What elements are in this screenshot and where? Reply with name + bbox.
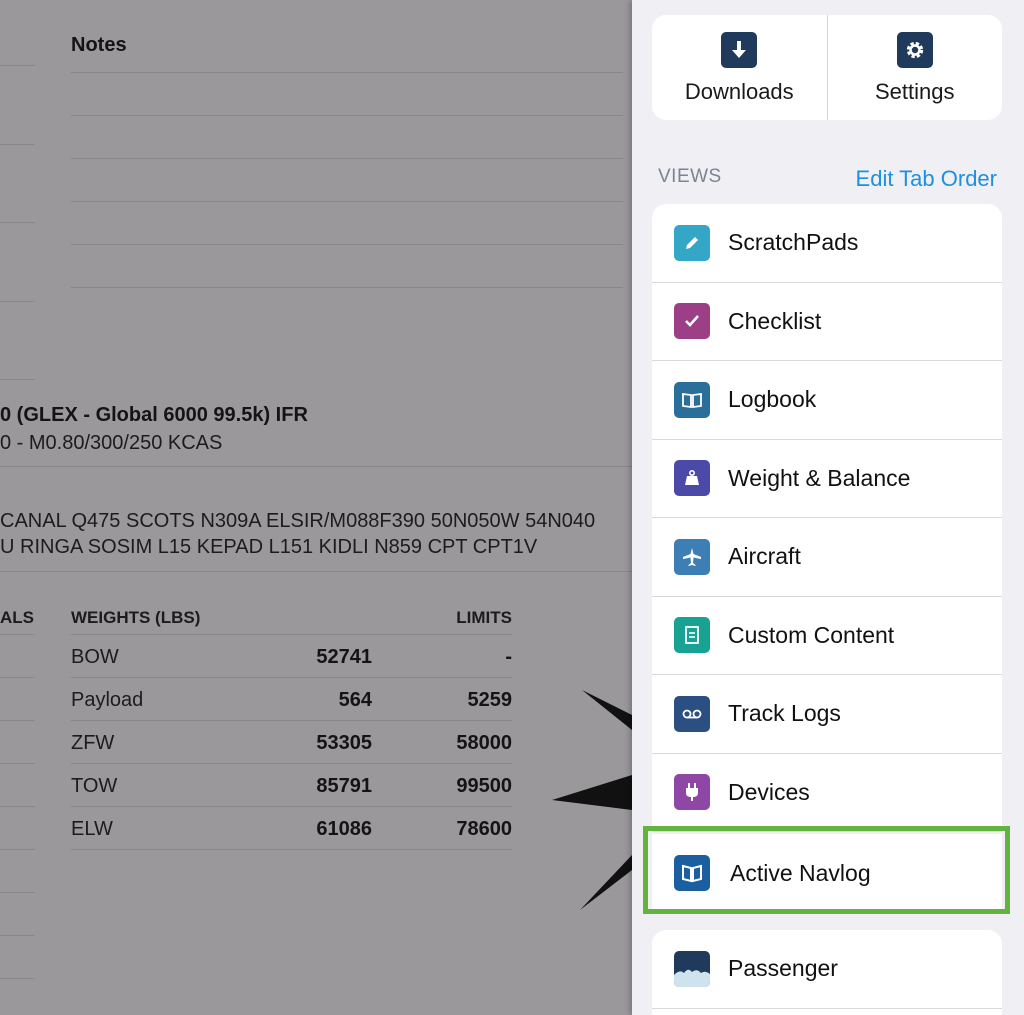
pencil-icon	[674, 224, 710, 261]
document-icon	[674, 617, 710, 654]
views-item-custom-content[interactable]: Custom Content	[652, 597, 1002, 675]
weight-value: 52741	[316, 646, 372, 668]
download-icon	[721, 32, 758, 68]
settings-button[interactable]: Settings	[826, 15, 1003, 120]
views-item-logbook[interactable]: Logbook	[652, 361, 1002, 440]
views-item-checklist[interactable]: Checklist	[652, 283, 1002, 361]
views-item-label: Checklist	[728, 307, 822, 334]
dimmed-navlog-document: Notes 0 (GLEX - Global 6000 99.5k) IFR 0…	[0, 0, 632, 1015]
divider	[0, 222, 35, 223]
divider	[71, 849, 512, 850]
route-line-1: CANAL Q475 SCOTS N309A ELSIR/M088F390 50…	[0, 510, 596, 532]
divider	[0, 301, 35, 302]
gear-icon	[896, 32, 933, 68]
views-item-label: Logbook	[728, 386, 817, 413]
weight-limit: 78600	[456, 818, 512, 840]
views-item-devices[interactable]: Devices	[652, 754, 1002, 832]
notes-line	[71, 201, 623, 202]
views-item-scratchpads[interactable]: ScratchPads	[652, 204, 1002, 283]
route-subtitle: 0 - M0.80/300/250 KCAS	[0, 432, 223, 454]
voicemail-icon	[674, 695, 710, 732]
route-title: 0 (GLEX - Global 6000 99.5k) IFR	[0, 404, 308, 426]
views-item-label: Aircraft	[728, 543, 801, 570]
weight-label: Payload	[71, 689, 144, 711]
passenger-icon	[674, 951, 710, 987]
divider	[0, 806, 35, 807]
notes-line	[71, 287, 623, 288]
weight-label: TOW	[71, 775, 118, 797]
divider	[71, 720, 512, 721]
divider	[0, 978, 35, 979]
notes-line	[71, 115, 623, 116]
views-item-weight-balance[interactable]: Weight & Balance	[652, 440, 1002, 518]
weight-label: ELW	[71, 818, 113, 840]
divider	[0, 65, 35, 66]
divider	[0, 571, 632, 572]
notes-line	[71, 244, 623, 245]
divider	[0, 763, 35, 764]
divider	[0, 466, 632, 467]
views-list: ScratchPads Checklist Logbook Weight & B…	[652, 204, 1002, 832]
views-item-aircraft[interactable]: Aircraft	[652, 518, 1002, 597]
plug-icon	[674, 774, 710, 811]
weight-limit: 99500	[456, 775, 512, 797]
notes-header: Notes	[71, 34, 127, 56]
divider	[0, 144, 35, 145]
weight-value: 61086	[316, 818, 372, 840]
highlight-box	[643, 826, 1010, 914]
views-item-label: Weight & Balance	[728, 464, 911, 491]
more-menu-panel: Downloads Settings VIEWS Edit Tab Order …	[632, 0, 1024, 1015]
divider	[652, 1008, 1002, 1009]
book-icon	[674, 381, 710, 418]
weight-limit: 58000	[456, 732, 512, 754]
divider	[0, 379, 35, 380]
notes-line	[71, 158, 623, 159]
views-item-label: Passenger	[728, 955, 838, 981]
weight-icon	[674, 460, 710, 497]
weight-value: 564	[338, 689, 372, 711]
partial-column-header: ALS	[0, 608, 34, 627]
views-item-label: Devices	[728, 778, 810, 805]
views-section-header: VIEWS	[658, 166, 722, 187]
weight-label: BOW	[71, 646, 119, 668]
divider	[0, 634, 35, 635]
weight-limit: 5259	[467, 689, 513, 711]
divider	[71, 634, 512, 635]
divider	[71, 806, 512, 807]
limits-header: LIMITS	[456, 608, 512, 627]
checkmark-icon	[674, 303, 710, 340]
views-item-label: ScratchPads	[728, 229, 859, 256]
edit-tab-order-link[interactable]: Edit Tab Order	[856, 166, 997, 192]
weight-label: ZFW	[71, 732, 115, 754]
top-buttons-card: Downloads Settings	[652, 15, 1002, 120]
weight-value: 85791	[316, 775, 372, 797]
weight-limit: -	[505, 646, 512, 668]
divider	[0, 720, 35, 721]
downloads-button[interactable]: Downloads	[652, 15, 827, 120]
divider	[71, 763, 512, 764]
airplane-icon	[674, 538, 710, 575]
divider	[0, 935, 35, 936]
notes-line	[71, 72, 623, 73]
downloads-label: Downloads	[684, 79, 794, 104]
settings-label: Settings	[875, 79, 955, 104]
divider	[0, 892, 35, 893]
route-line-2: U RINGA SOSIM L15 KEPAD L151 KIDLI N859 …	[0, 536, 538, 558]
views-item-passenger[interactable]: Passenger	[652, 930, 1002, 1015]
weights-header: WEIGHTS (LBS)	[71, 608, 201, 627]
callout-spike-shape	[552, 690, 632, 910]
divider	[71, 677, 512, 678]
weight-value: 53305	[316, 732, 372, 754]
views-item-label: Custom Content	[728, 621, 895, 648]
views-item-label: Track Logs	[728, 700, 841, 727]
divider	[0, 677, 35, 678]
divider	[0, 849, 35, 850]
views-item-track-logs[interactable]: Track Logs	[652, 675, 1002, 754]
